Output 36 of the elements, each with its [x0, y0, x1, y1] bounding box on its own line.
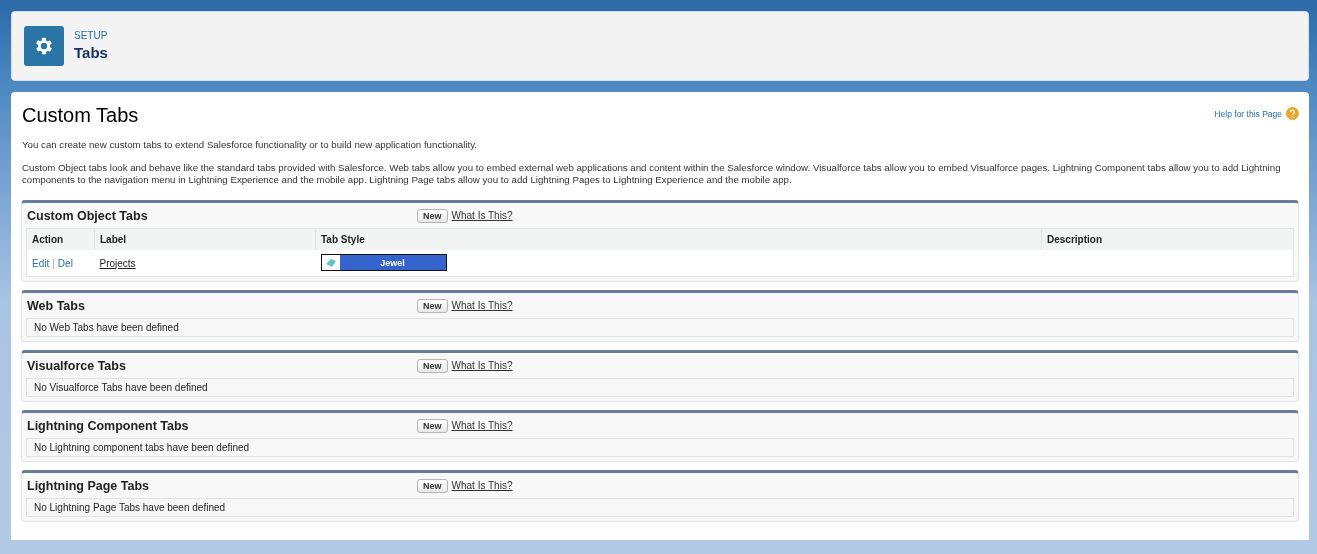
help-link[interactable]: Help for this Page: [1214, 108, 1282, 119]
section-title: Custom Object Tabs: [26, 208, 149, 223]
what-is-this-link[interactable]: What Is This?: [451, 360, 513, 371]
new-button[interactable]: New: [417, 478, 448, 493]
section-title: Lightning Component Tabs: [26, 418, 190, 433]
tab-style-swatch: Jewel: [320, 254, 447, 271]
empty-message: No Web Tabs have been defined: [26, 318, 1294, 337]
what-is-this-link[interactable]: What Is This?: [451, 300, 513, 311]
description-text: Custom Object tabs look and behave like the standard tabs provided with Salesforce. Web tabs allow you to embed external web applications and content within the Salesforce window. Visualforce tabs allow you to embed Visualforce pages. Lightning Component tabs allow you to add Lightning components to the navigation menu in Lightning Experience and the mobile app. Lightning Page tabs allow you to add Lightning Pages to Lightning Experience and the mobile app.: [22, 162, 1282, 186]
what-is-this-link[interactable]: What Is This?: [451, 420, 513, 431]
empty-message: No Lightning Page Tabs have been defined: [26, 498, 1294, 517]
column-header: Tab Style: [315, 228, 1042, 250]
empty-message: No Visualforce Tabs have been defined: [26, 378, 1294, 397]
delete-link[interactable]: Del: [57, 257, 73, 269]
new-button[interactable]: New: [417, 358, 448, 373]
gear-icon: [24, 26, 64, 66]
column-header: Description: [1041, 228, 1294, 250]
help-icon: [1286, 107, 1299, 120]
column-header: Label: [94, 228, 316, 250]
breadcrumb: SETUP: [74, 29, 108, 43]
new-button[interactable]: New: [417, 208, 448, 223]
what-is-this-link[interactable]: What Is This?: [451, 210, 513, 221]
new-button[interactable]: New: [417, 418, 448, 433]
section-title: Web Tabs: [26, 298, 86, 313]
new-button[interactable]: New: [417, 298, 448, 313]
intro-text: You can create new custom tabs to extend Salesforce functionality or to build new application functionality.: [22, 139, 479, 151]
empty-message: No Lightning component tabs have been defined: [26, 438, 1294, 457]
label-link[interactable]: Projects: [99, 257, 136, 269]
page-title: Tabs: [74, 43, 108, 63]
section-heading: Custom Tabs: [22, 104, 139, 127]
column-header: Action: [26, 228, 95, 250]
section-title: Lightning Page Tabs: [26, 478, 150, 493]
edit-link[interactable]: Edit: [32, 257, 50, 269]
separator: |: [52, 257, 55, 269]
section-title: Visualforce Tabs: [26, 358, 127, 373]
what-is-this-link[interactable]: What Is This?: [451, 480, 513, 491]
